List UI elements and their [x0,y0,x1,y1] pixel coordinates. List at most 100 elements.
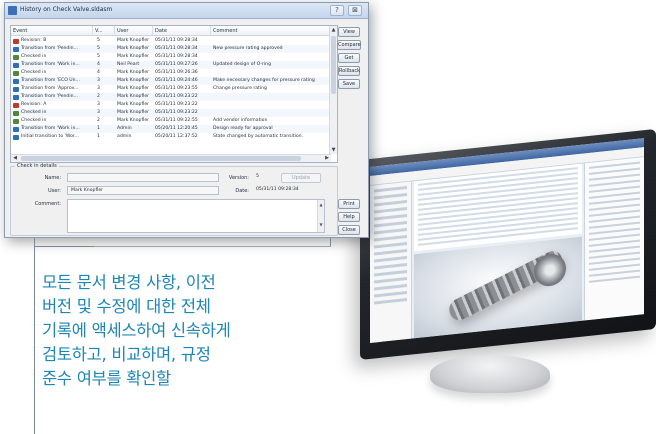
user-cell: Mark Knopfler [117,46,150,51]
date-cell: 05/31/11 09:22:55 [155,118,198,123]
close-button[interactable]: Close [338,225,360,235]
rollback-button[interactable]: Rollback [338,66,360,76]
user-cell: Mark Knopfler [117,102,150,107]
vertical-scrollbar[interactable]: ▲ ▼ [329,26,337,154]
callout-vertical-line [34,238,35,434]
help-button-bottom[interactable]: Help [338,212,360,222]
version-cell: 1 [97,126,100,131]
event-cell: Transition from 'ECO Un... [21,78,80,83]
scroll-down-icon[interactable]: ▼ [330,146,337,154]
feature-callout: 모든 문서 변경 사항, 이전 버전 및 수정에 대한 전체 기록에 액세스하여… [42,271,342,391]
user-cell: Mark Knopfler [117,118,150,123]
user-cell: Admin [117,126,132,131]
table-row[interactable]: Initial transition to 'Wor... 1 admin 05/20… [11,133,331,141]
user-cell: Neil Peart [117,62,140,67]
date-cell: 05/31/11 09:23:55 [155,86,198,91]
version-cell: 4 [97,70,100,75]
table-row[interactable]: Transition from 'Approv... 3 Mark Knopfler… [11,85,331,93]
dialog-title: History on Check Valve.sldasm [20,6,113,13]
horizontal-scrollbar[interactable]: ◀ ▶ [11,154,331,162]
scroll-left-icon[interactable]: ◀ [11,155,19,162]
event-cell: Transition from 'Pendin... [21,94,78,99]
history-grid: Event V... User Date Comment Revision: B… [10,25,338,163]
update-button[interactable]: Update [281,173,321,183]
save-button[interactable]: Save [338,79,360,89]
column-header-event[interactable]: Event [11,26,93,36]
callout-line-1: 모든 문서 변경 사항, 이전 [42,273,216,292]
user-cell: Mark Knopfler [117,78,150,83]
table-row[interactable]: Checked in 3 Mark Knopfler 05/31/11 09:23:2… [11,109,331,117]
check-in-details: Check in details Name: Version: 5 Update… [10,163,338,236]
view-button[interactable]: View [338,27,360,37]
event-icon [13,126,19,132]
date-cell: 05/31/11 09:28:34 [155,38,198,43]
screen-3d-preview [414,236,582,339]
table-row[interactable]: Transition from 'Pendin... 2 Mark Knopfler… [11,93,331,101]
event-icon [13,38,19,44]
event-cell: Transition from 'Work in... [21,126,80,131]
screen-folder-tree [370,181,412,343]
event-cell: Transition from 'Approv... [21,86,79,91]
user-cell: Mark Knopfler [117,54,150,59]
table-row[interactable]: Revision: A 3 Mark Knopfler 05/31/11 09:23:… [11,101,331,109]
help-button[interactable]: ? [330,5,344,16]
event-icon [13,46,19,52]
event-icon [13,118,19,124]
date-cell: 05/31/11 09:23:22 [155,110,198,115]
comment-cell: New pressure rating approved [213,46,283,51]
event-cell: Checked in [21,70,47,75]
table-row[interactable]: Transition from 'ECO Un... 3 Mark Knopfler… [11,77,331,85]
column-header-version[interactable]: V... [93,26,115,36]
event-cell: Revision: B [21,38,47,43]
event-icon [13,78,19,84]
scroll-thumb[interactable] [331,36,336,94]
column-header-date[interactable]: Date [153,26,211,36]
table-row[interactable]: Checked in 5 Mark Knopfler 05/31/11 09:28:3… [11,53,331,61]
column-header-user[interactable]: User [115,26,153,36]
event-cell: Checked in [21,54,47,59]
event-icon [13,102,19,108]
user-cell: Mark Knopfler [117,94,150,99]
name-field[interactable] [67,173,219,182]
grid-header: Event V... User Date Comment [11,26,331,36]
print-button[interactable]: Print [338,199,360,209]
event-cell: Checked in [21,110,47,115]
scroll-right-icon[interactable]: ▶ [323,155,331,162]
document-icon [8,6,17,15]
table-row[interactable]: Transition from 'Work in... 1 Admin 05/20/1… [11,125,331,133]
comment-cell: Make necessary changes for pressure rati… [213,78,315,83]
scroll-up-icon[interactable]: ▲ [330,26,337,34]
comment-scrollbar[interactable]: ▲ ▼ [317,200,324,232]
version-label: Version: [228,175,249,181]
comment-cell: Updated design of O-ring [213,62,271,67]
comment-cell: Change pressure rating [213,86,267,91]
user-field[interactable]: Mark Knopfler [67,186,219,195]
event-icon [13,86,19,92]
grid-rows: Revision: B 5 Mark Knopfler 05/31/11 09:28:… [11,37,331,141]
version-cell: 5 [97,46,100,51]
table-row[interactable]: Checked in 4 Mark Knopfler 05/31/11 09:26:3… [11,69,331,77]
callout-connector-right [330,238,331,246]
table-row[interactable]: Checked in 2 Mark Knopfler 05/31/11 09:22:5… [11,117,331,125]
version-cell: 3 [97,102,100,107]
compare-button[interactable]: Compare [337,40,361,50]
date-cell: 05/31/11 09:28:34 [155,46,198,51]
column-header-comment[interactable]: Comment [211,26,331,36]
date-cell: 05/31/11 09:23:22 [155,94,198,99]
get-button[interactable]: Get [338,53,360,63]
table-row[interactable]: Transition from 'Work in... 4 Neil Peart 05… [11,61,331,69]
comment-textarea[interactable]: ▲ ▼ [67,199,325,233]
table-row[interactable]: Transition from 'Pendin... 5 Mark Knopfler… [11,45,331,53]
horizontal-scroll-thumb[interactable] [21,156,301,161]
name-label: Name: [44,175,61,181]
version-cell: 5 [97,38,100,43]
comment-cell: Design ready for approval [213,126,273,131]
date-cell: 05/31/11 09:23:22 [155,102,198,107]
history-dialog: History on Check Valve.sldasm ? ⊠ Event … [4,2,369,238]
dialog-titlebar: History on Check Valve.sldasm ? ⊠ [5,3,368,19]
close-icon[interactable]: ⊠ [348,5,362,16]
screen-properties-pane [584,157,644,321]
date-cell: 05/31/11 09:27:26 [155,62,198,67]
callout-line-3: 기록에 액세스하여 신속하게 [42,321,231,340]
table-row[interactable]: Revision: B 5 Mark Knopfler 05/31/11 09:28:… [11,37,331,45]
